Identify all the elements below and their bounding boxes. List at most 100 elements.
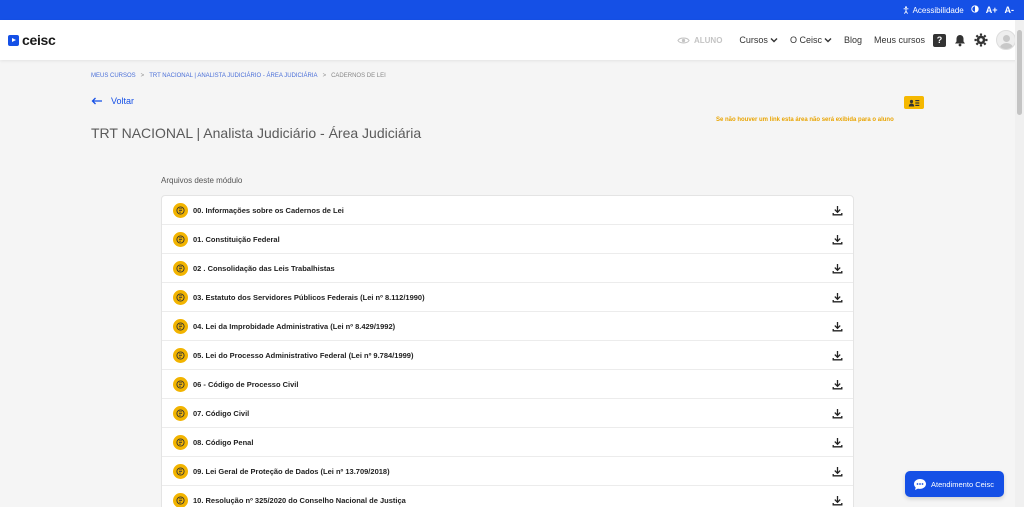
user-avatar[interactable] (996, 30, 1016, 50)
nav-cursos-label: Cursos (739, 35, 768, 45)
download-icon (832, 466, 843, 476)
file-name: 06 - Código de Processo Civil (193, 379, 299, 389)
breadcrumb-separator: > (322, 73, 327, 79)
document-icon (176, 205, 185, 215)
download-button[interactable] (832, 437, 843, 448)
file-row[interactable]: 03. Estatuto dos Servidores Públicos Fed… (162, 283, 853, 312)
top-navbar: ceisc ALUNO Cursos O Ceisc Blog Meus cur… (0, 20, 1024, 60)
chat-bubble-icon (914, 478, 926, 490)
download-button[interactable] (832, 408, 843, 419)
download-icon (832, 408, 843, 418)
ceisc-logo[interactable]: ceisc (8, 32, 56, 48)
download-button[interactable] (832, 205, 843, 216)
accessibility-label: Acessibilidade (912, 5, 964, 15)
file-name: 07. Código Civil (193, 408, 250, 418)
arrow-left-icon (91, 97, 102, 105)
document-icon (176, 292, 185, 302)
download-icon (832, 263, 843, 273)
nav-right: ALUNO Cursos O Ceisc Blog Meus cursos ? (677, 29, 1016, 51)
settings-button[interactable] (974, 33, 988, 47)
user-card-icon (908, 99, 920, 106)
nav-blog[interactable]: Blog (844, 35, 862, 45)
download-button[interactable] (832, 321, 843, 332)
document-icon (176, 234, 185, 244)
download-button[interactable] (832, 379, 843, 390)
file-name: 03. Estatuto dos Servidores Públicos Fed… (193, 292, 425, 302)
nav-meus-cursos[interactable]: Meus cursos (874, 35, 925, 45)
download-button[interactable] (832, 234, 843, 245)
document-icon (176, 350, 185, 360)
section-label: Arquivos deste módulo (161, 176, 243, 185)
files-list: 00. Informações sobre os Cadernos de Lei… (161, 195, 854, 507)
nav-cursos[interactable]: Cursos (739, 35, 778, 45)
download-button[interactable] (832, 292, 843, 303)
download-icon (832, 379, 843, 389)
file-badge (173, 347, 188, 363)
play-logo-icon (8, 34, 19, 46)
file-row[interactable]: 07. Código Civil (162, 399, 853, 428)
document-icon (176, 495, 185, 505)
document-icon (176, 466, 185, 476)
download-icon (832, 321, 843, 331)
file-row[interactable]: 00. Informações sobre os Cadernos de Lei (162, 196, 853, 225)
file-badge (173, 376, 188, 392)
file-badge (173, 463, 188, 479)
download-icon (832, 437, 843, 447)
file-row[interactable]: 01. Constituição Federal (162, 225, 853, 254)
download-button[interactable] (832, 466, 843, 477)
chevron-down-icon (770, 38, 778, 43)
breadcrumb-item-course[interactable]: TRT NACIONAL | ANALISTA JUDICIÁRIO - ÁRE… (149, 73, 317, 79)
download-icon (832, 495, 843, 505)
page-title: TRT NACIONAL | Analista Judiciário - Áre… (91, 125, 422, 141)
scrollbar-thumb[interactable] (1017, 30, 1022, 115)
download-icon (832, 234, 843, 244)
download-button[interactable] (832, 495, 843, 506)
notifications-button[interactable] (954, 34, 966, 47)
file-row[interactable]: 04. Lei da Improbidade Administrativa (L… (162, 312, 853, 341)
contrast-toggle[interactable] (971, 5, 979, 15)
file-badge (173, 231, 188, 247)
file-badge (173, 434, 188, 450)
nav-meus-cursos-label: Meus cursos (873, 35, 925, 45)
support-chat-button[interactable]: Atendimento Ceisc (905, 471, 1004, 497)
eye-icon (677, 37, 690, 43)
file-name: 01. Constituição Federal (193, 234, 280, 244)
aluno-label: ALUNO (693, 35, 723, 45)
download-button[interactable] (832, 263, 843, 274)
nav-o-ceisc[interactable]: O Ceisc (790, 35, 832, 45)
file-row[interactable]: 08. Código Penal (162, 428, 853, 457)
file-row[interactable]: 05. Lei do Processo Administrativo Feder… (162, 341, 853, 370)
nav-o-ceisc-label: O Ceisc (789, 35, 822, 45)
file-name: 08. Código Penal (193, 437, 254, 447)
download-icon (832, 350, 843, 360)
file-badge (173, 492, 188, 507)
increase-font-button[interactable]: A+ (986, 5, 998, 15)
aluno-view-toggle[interactable]: ALUNO (677, 36, 722, 45)
file-badge (173, 318, 188, 334)
help-button[interactable]: ? (933, 33, 946, 47)
download-icon (832, 205, 843, 215)
breadcrumb-item-meus-cursos[interactable]: MEUS CURSOS (91, 73, 136, 79)
decrease-font-button[interactable]: A- (1005, 5, 1015, 15)
document-icon (176, 321, 185, 331)
support-chat-label: Atendimento Ceisc (931, 479, 994, 489)
accessibility-bar: Acessibilidade A+ A- (0, 0, 1024, 20)
file-badge (173, 202, 188, 218)
download-button[interactable] (832, 350, 843, 361)
back-button[interactable]: Voltar (91, 96, 134, 106)
file-name: 09. Lei Geral de Proteção de Dados (Lei … (193, 466, 390, 476)
page-scrollbar[interactable] (1015, 20, 1024, 507)
admin-view-badge[interactable] (904, 96, 924, 109)
file-row[interactable]: 10. Resolução nº 325/2020 do Conselho Na… (162, 486, 853, 507)
file-row[interactable]: 02 . Consolidação das Leis Trabalhistas (162, 254, 853, 283)
accessibility-link[interactable]: Acessibilidade (902, 6, 964, 15)
file-row[interactable]: 09. Lei Geral de Proteção de Dados (Lei … (162, 457, 853, 486)
document-icon (176, 408, 185, 418)
file-name: 00. Informações sobre os Cadernos de Lei (193, 205, 344, 215)
file-badge (173, 260, 188, 276)
file-row[interactable]: 06 - Código de Processo Civil (162, 370, 853, 399)
help-icon: ? (933, 33, 946, 47)
accessibility-icon (903, 6, 908, 14)
breadcrumb-separator: > (140, 73, 145, 79)
document-icon (176, 379, 185, 389)
